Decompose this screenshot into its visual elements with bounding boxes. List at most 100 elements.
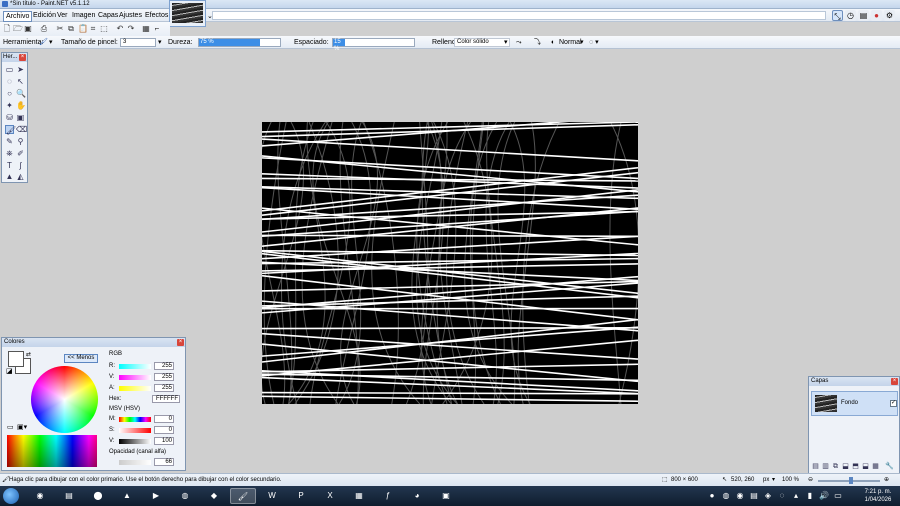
- paste-icon[interactable]: 📋: [78, 25, 88, 33]
- battery-icon[interactable]: ▭: [832, 488, 844, 504]
- h-value-input[interactable]: 0: [154, 415, 174, 423]
- app-taskbar-icon[interactable]: ◆: [201, 488, 227, 504]
- tray-icon-4[interactable]: ▤: [748, 488, 760, 504]
- colors-toggle-icon[interactable]: ●: [871, 10, 882, 21]
- layer-settings-icon[interactable]: 🔧: [885, 462, 894, 471]
- tool-dropdown-icon[interactable]: ▾: [49, 38, 53, 47]
- menu-archivo[interactable]: Archivo: [3, 11, 33, 22]
- lasso-tool-icon[interactable]: ◌: [5, 77, 14, 86]
- tools-window-header[interactable]: Her... ×: [2, 53, 27, 62]
- alpha-value-input[interactable]: 66: [154, 458, 174, 466]
- v-slider[interactable]: [119, 439, 151, 444]
- undo-icon[interactable]: ↶: [116, 25, 124, 33]
- b-slider[interactable]: [119, 386, 151, 391]
- layer-row[interactable]: Fondo ✓: [811, 391, 898, 416]
- blend-mode-value[interactable]: Normal: [559, 38, 582, 47]
- tools-toggle-icon[interactable]: ⤡: [832, 10, 843, 21]
- settings-gear-icon[interactable]: ⚙: [884, 10, 895, 21]
- history-icon[interactable]: ◷: [845, 10, 856, 21]
- image-tab[interactable]: [169, 0, 206, 27]
- less-toggle-button[interactable]: << Menos: [64, 354, 98, 363]
- brush-size-dropdown-icon[interactable]: ▾: [158, 38, 162, 47]
- open-file-icon[interactable]: 🗁: [13, 25, 23, 33]
- tray-icon-5[interactable]: ◈: [762, 488, 774, 504]
- hex-value-input[interactable]: FFFFFF: [152, 395, 180, 403]
- tray-icon-1[interactable]: ●: [706, 488, 718, 504]
- colors-close-icon[interactable]: ×: [177, 339, 184, 346]
- editor-taskbar-icon[interactable]: ▦: [346, 488, 372, 504]
- tray-icon-3[interactable]: ◉: [734, 488, 746, 504]
- v-value-input[interactable]: 100: [154, 437, 174, 445]
- menu-imagen[interactable]: Imagen: [70, 11, 97, 20]
- r-slider[interactable]: [119, 364, 151, 369]
- window-taskbar-icon[interactable]: ▣: [433, 488, 459, 504]
- vlc-taskbar-icon[interactable]: ▲: [114, 488, 140, 504]
- layers-window-header[interactable]: Capas ×: [809, 377, 899, 386]
- g-slider[interactable]: [119, 375, 151, 380]
- flash-taskbar-icon[interactable]: ƒ: [375, 488, 401, 504]
- blend-mode-icon[interactable]: ◐: [551, 38, 555, 47]
- bucket-tool-icon[interactable]: ⛁: [5, 113, 14, 122]
- espaciado-slider[interactable]: 15 %: [332, 38, 415, 52]
- tools-close-icon[interactable]: ×: [19, 54, 26, 61]
- drawing-canvas[interactable]: [262, 122, 638, 404]
- color-palette[interactable]: [7, 435, 97, 467]
- layers-close-icon[interactable]: ×: [891, 378, 898, 385]
- shapes-tool-icon[interactable]: ▲: [5, 172, 14, 181]
- ellipse-select-tool-icon[interactable]: ○: [5, 89, 14, 98]
- clone-stamp-tool-icon[interactable]: ⛯: [5, 149, 14, 158]
- layer-properties-icon[interactable]: ▦: [871, 462, 880, 471]
- paintbrush-tool-button-icon[interactable]: 🖌: [5, 125, 16, 135]
- clock-date[interactable]: 1/04/2026: [856, 497, 900, 503]
- paintnet-taskbar-icon[interactable]: 🖌: [230, 488, 256, 504]
- grid-icon[interactable]: ▦: [142, 25, 150, 33]
- menu-ver[interactable]: Ver: [55, 11, 70, 20]
- recolor-tool-icon[interactable]: ✐: [16, 149, 25, 158]
- move-selection-tool-icon[interactable]: ➤: [16, 65, 25, 74]
- selection-mode-icon[interactable]: ◌ ▾: [589, 38, 599, 47]
- explorer-taskbar-icon[interactable]: ▤: [56, 488, 82, 504]
- deselect-icon[interactable]: ⬚: [100, 25, 108, 33]
- units-dropdown-icon[interactable]: ▾: [772, 476, 775, 485]
- discord-taskbar-icon[interactable]: ◕: [404, 488, 430, 504]
- r-value-input[interactable]: 255: [154, 362, 174, 370]
- zoom-in-icon[interactable]: ⊕: [884, 476, 889, 485]
- alpha-blend-icon[interactable]: ⤵: [534, 38, 541, 47]
- line-curve-tool-icon[interactable]: ∫: [16, 161, 25, 170]
- layers-toggle-icon[interactable]: ▤: [858, 10, 869, 21]
- crop-icon[interactable]: ⌗: [89, 25, 97, 33]
- color-wheel[interactable]: [31, 366, 98, 433]
- text-tool-icon[interactable]: T: [5, 161, 14, 170]
- b-value-input[interactable]: 255: [154, 384, 174, 392]
- primary-color-swatch[interactable]: [8, 351, 24, 367]
- excel-taskbar-icon[interactable]: X: [317, 488, 343, 504]
- duplicate-layer-icon[interactable]: ⧉: [831, 462, 840, 471]
- print-icon[interactable]: ⎙: [40, 25, 48, 33]
- relleno-select[interactable]: Color sólido: [454, 38, 510, 47]
- swap-colors-icon[interactable]: ⇄: [26, 351, 31, 359]
- magic-wand-tool-icon[interactable]: ✦: [5, 101, 14, 110]
- rect-select-tool-icon[interactable]: ▭: [5, 65, 14, 74]
- s-slider[interactable]: [119, 428, 151, 433]
- tray-icon-6[interactable]: ◌: [776, 488, 788, 504]
- relleno-dropdown-icon[interactable]: ▾: [504, 38, 508, 47]
- security-taskbar-icon[interactable]: ⬤: [85, 488, 111, 504]
- color-picker-tool-icon[interactable]: ⚲: [16, 137, 25, 146]
- add-layer-icon[interactable]: ▤: [811, 462, 820, 471]
- copy-icon[interactable]: ⧉: [67, 25, 75, 33]
- word-taskbar-icon[interactable]: W: [259, 488, 285, 504]
- eraser-tool-icon[interactable]: ⌫: [16, 125, 27, 134]
- chrome-taskbar-icon[interactable]: ◉: [27, 488, 53, 504]
- new-file-icon[interactable]: 🗋: [3, 25, 11, 33]
- reset-colors-icon[interactable]: ◪: [6, 368, 13, 376]
- menu-efectos[interactable]: Efectos: [143, 11, 170, 20]
- clock-time[interactable]: 7:21 p. m.: [856, 489, 900, 495]
- save-icon[interactable]: ▣: [24, 25, 32, 33]
- palette-menu-icon[interactable]: ▣▾: [17, 424, 27, 432]
- redo-icon[interactable]: ↷: [127, 25, 135, 33]
- zoom-out-icon[interactable]: ⊖: [808, 476, 813, 485]
- media-taskbar-icon[interactable]: ▶: [143, 488, 169, 504]
- obs-taskbar-icon[interactable]: ◍: [172, 488, 198, 504]
- move-layer-up-icon[interactable]: ⬒: [851, 462, 860, 471]
- network-icon[interactable]: ▮: [804, 488, 816, 504]
